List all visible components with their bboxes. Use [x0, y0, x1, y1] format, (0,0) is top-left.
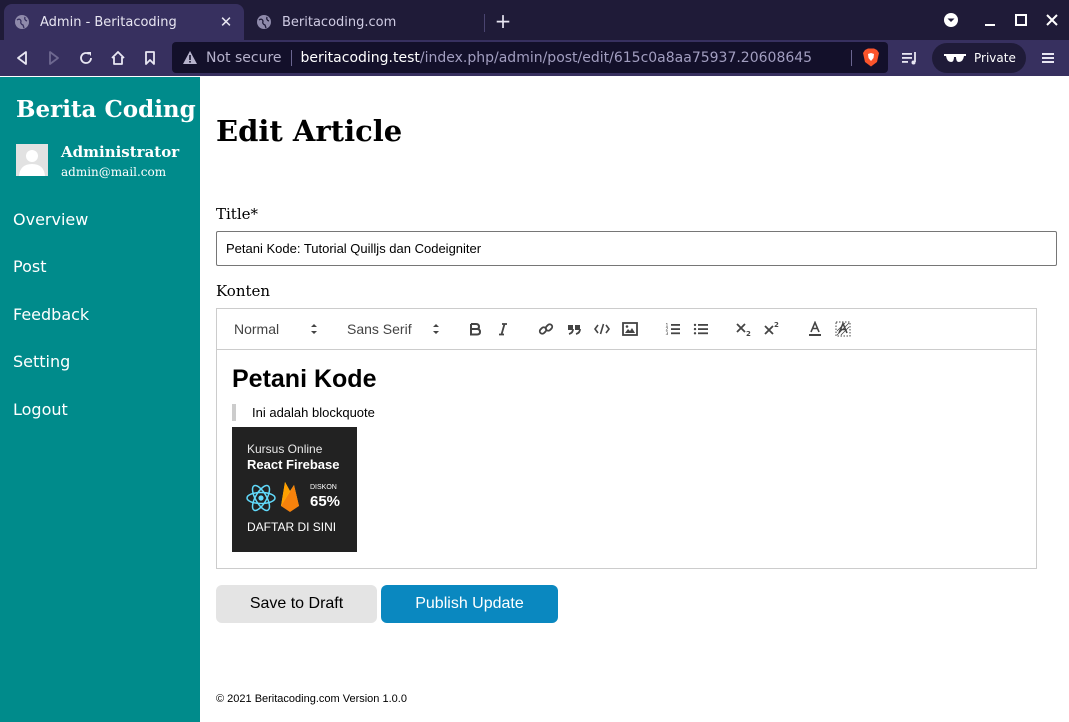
banner-discount-value: 65%	[310, 493, 340, 510]
browser-tab-bar: Admin - Beritacoding ✕ Beritacoding.com …	[0, 0, 1069, 40]
banner-line2: React Firebase	[247, 457, 340, 472]
banner-cta: DAFTAR DI SINI	[247, 520, 336, 534]
sidebar-item-logout[interactable]: Logout	[13, 400, 68, 419]
brand-title: Berita Coding	[16, 96, 196, 123]
title-input-value: Petani Kode: Tutorial Quilljs dan Codeig…	[226, 241, 481, 256]
italic-icon[interactable]	[494, 320, 512, 338]
publish-update-button[interactable]: Publish Update	[381, 585, 558, 623]
tab-search-icon[interactable]	[941, 10, 961, 30]
user-email: admin@mail.com	[61, 165, 166, 179]
url-divider	[851, 50, 852, 66]
url-host: beritacoding.test	[301, 50, 420, 66]
brave-shields-icon[interactable]	[862, 48, 880, 67]
back-icon[interactable]	[10, 46, 34, 70]
course-banner-image[interactable]: Kursus Online React Firebase DISKON 65% …	[232, 427, 357, 552]
content-label: Konten	[216, 282, 270, 300]
user-name: Administrator	[61, 143, 179, 161]
minimize-icon[interactable]	[980, 10, 1000, 30]
tab-title: Admin - Beritacoding	[40, 15, 218, 30]
sidebar-item-feedback[interactable]: Feedback	[13, 305, 89, 324]
content-heading: Petani Kode	[232, 365, 376, 394]
private-label: Private	[974, 51, 1016, 65]
font-picker[interactable]: Sans Serif	[347, 321, 443, 337]
content-blockquote: Ini adalah blockquote	[232, 404, 375, 421]
ordered-list-icon[interactable]: 123	[664, 320, 682, 338]
title-label: Title*	[216, 205, 258, 223]
svg-text:2: 2	[774, 321, 779, 329]
font-picker-label: Sans Serif	[347, 321, 412, 337]
header-picker[interactable]: Normal	[234, 321, 318, 337]
menu-icon[interactable]	[1036, 46, 1060, 70]
globe-icon	[14, 14, 30, 30]
background-color-icon[interactable]	[834, 320, 852, 338]
superscript-icon[interactable]: 2	[763, 320, 781, 338]
browser-tab-inactive[interactable]: Beritacoding.com	[246, 4, 482, 40]
image-icon[interactable]	[621, 320, 639, 338]
header-picker-label: Normal	[234, 321, 279, 337]
sidebar-item-post[interactable]: Post	[13, 257, 46, 276]
svg-text:3: 3	[666, 331, 669, 336]
globe-icon	[256, 14, 272, 30]
playlist-icon[interactable]	[898, 46, 922, 70]
tab-title: Beritacoding.com	[282, 15, 472, 30]
editor-toolbar: Normal Sans Serif 123	[217, 309, 1036, 350]
bookmark-icon[interactable]	[138, 46, 162, 70]
svg-text:2: 2	[746, 330, 751, 337]
private-window-badge[interactable]: Private	[932, 43, 1026, 73]
user-avatar-icon	[16, 144, 48, 176]
footer-text: © 2021 Beritacoding.com Version 1.0.0	[216, 693, 407, 705]
sidebar: Berita Coding Administrator admin@mail.c…	[0, 77, 200, 722]
title-input[interactable]: Petani Kode: Tutorial Quilljs dan Codeig…	[216, 231, 1057, 266]
reload-icon[interactable]	[74, 46, 98, 70]
sidebar-item-overview[interactable]: Overview	[13, 210, 88, 229]
save-draft-button[interactable]: Save to Draft	[216, 585, 377, 623]
browser-tab-active[interactable]: Admin - Beritacoding ✕	[4, 4, 244, 40]
rich-text-editor: Normal Sans Serif 123	[216, 308, 1037, 569]
banner-discount-label: DISKON	[310, 484, 337, 491]
subscript-icon[interactable]: 2	[735, 320, 753, 338]
home-icon[interactable]	[106, 46, 130, 70]
forward-icon[interactable]	[42, 46, 66, 70]
close-tab-icon[interactable]: ✕	[218, 14, 234, 30]
maximize-icon[interactable]	[1011, 10, 1031, 30]
url-path: /index.php/admin/post/edit/615c0a8aa7593…	[420, 50, 812, 66]
tab-divider	[484, 14, 485, 32]
code-block-icon[interactable]	[593, 320, 611, 338]
close-window-icon[interactable]	[1042, 10, 1062, 30]
sunglasses-icon	[944, 53, 966, 63]
new-tab-button[interactable]: +	[492, 10, 514, 32]
not-secure-label: Not secure	[206, 50, 282, 66]
firebase-logo-icon	[279, 480, 301, 514]
picker-arrows-icon	[431, 322, 441, 336]
react-logo-icon	[245, 483, 277, 513]
blockquote-icon[interactable]	[565, 320, 583, 338]
banner-line1: Kursus Online	[247, 442, 322, 456]
avatar	[16, 144, 48, 176]
text-color-icon[interactable]	[806, 320, 824, 338]
url-divider	[291, 50, 292, 66]
page-title: Edit Article	[216, 114, 402, 148]
editor-content[interactable]: Petani Kode Ini adalah blockquote Kursus…	[217, 351, 1036, 568]
sidebar-item-setting[interactable]: Setting	[13, 352, 70, 371]
picker-arrows-icon	[309, 322, 319, 336]
warning-icon[interactable]	[182, 50, 198, 66]
link-icon[interactable]	[537, 320, 555, 338]
bold-icon[interactable]	[466, 320, 484, 338]
browser-toolbar: Not secure beritacoding.test/index.php/a…	[0, 40, 1069, 76]
bullet-list-icon[interactable]	[692, 320, 710, 338]
address-bar[interactable]: Not secure beritacoding.test/index.php/a…	[172, 42, 888, 73]
